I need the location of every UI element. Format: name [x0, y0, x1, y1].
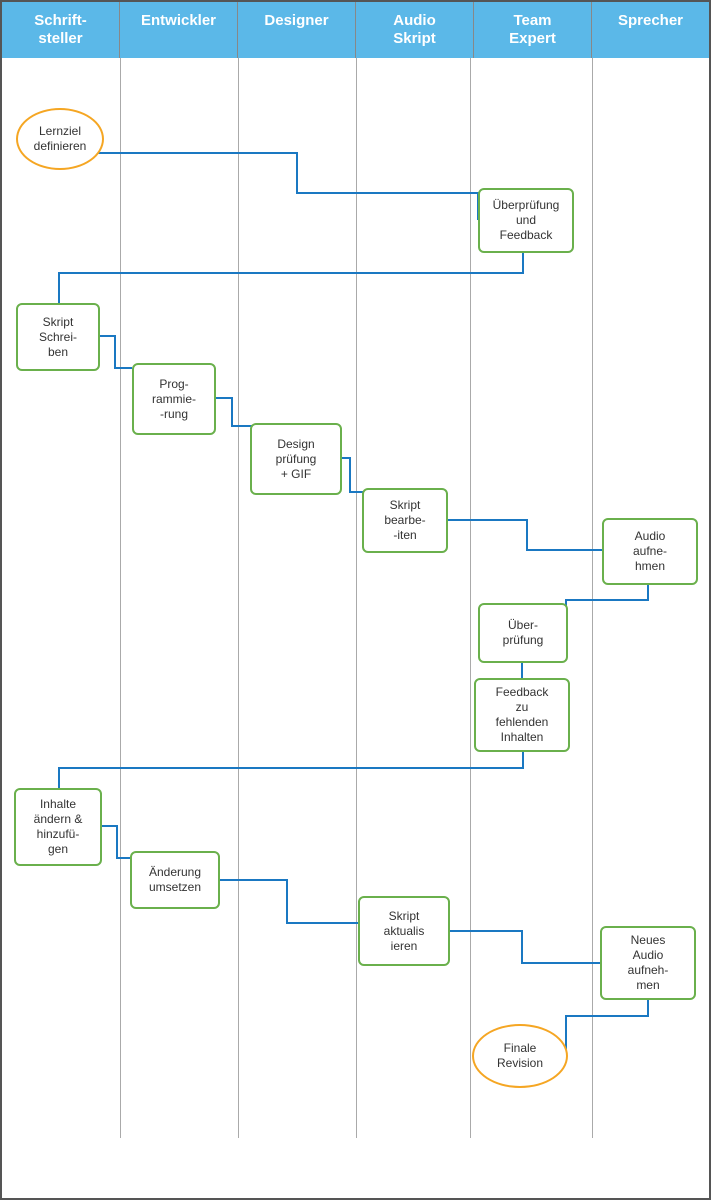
col-divider-4 [470, 58, 471, 1138]
header-sprecher: Sprecher [592, 2, 709, 58]
task-inhalte-aendern: Inhalteändern &hinzufü-gen [14, 788, 102, 866]
task-programmierung: Prog-rammie--rung [132, 363, 216, 435]
header-teamexpert: TeamExpert [474, 2, 592, 58]
diagram: Schrift-steller Entwickler Designer Audi… [0, 0, 711, 1200]
task-ueberpruefung1: ÜberprüfungundFeedback [478, 188, 574, 253]
task-finale-revision: FinaleRevision [472, 1024, 568, 1088]
task-neues-audio: NeuesAudioaufneh-men [600, 926, 696, 1000]
task-skript-aktualisieren: Skriptaktualisieren [358, 896, 450, 966]
header-audioskript: AudioSkript [356, 2, 474, 58]
task-designpruefung: Designprüfung+ GIF [250, 423, 342, 495]
task-aenderung: Änderungumsetzen [130, 851, 220, 909]
col-divider-1 [120, 58, 121, 1138]
task-skript-schreiben: SkriptSchrei-ben [16, 303, 100, 371]
task-audio-aufnehmen: Audioaufne-hmen [602, 518, 698, 585]
header-schriftsteller: Schrift-steller [2, 2, 120, 58]
header-designer: Designer [238, 2, 356, 58]
task-lernziel: Lernzieldefinieren [16, 108, 104, 170]
header-row: Schrift-steller Entwickler Designer Audi… [2, 2, 709, 58]
col-divider-5 [592, 58, 593, 1138]
header-entwickler: Entwickler [120, 2, 238, 58]
col-divider-3 [356, 58, 357, 1138]
body-area: Lernzieldefinieren ÜberprüfungundFeedbac… [2, 58, 709, 1138]
task-ueberpruefung2: Über-prüfung [478, 603, 568, 663]
col-divider-2 [238, 58, 239, 1138]
task-feedback: FeedbackzufehlendenInhalten [474, 678, 570, 752]
task-skript-bearbeiten: Skriptbearbe--iten [362, 488, 448, 553]
